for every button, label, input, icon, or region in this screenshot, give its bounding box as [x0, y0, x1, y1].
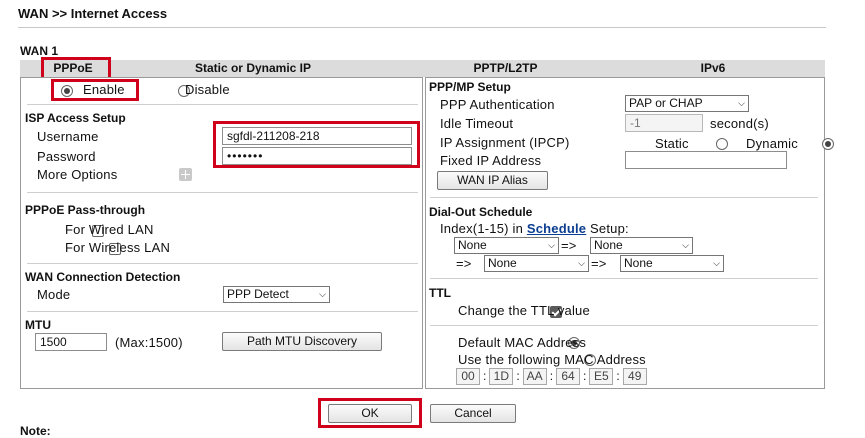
ok-button[interactable]: OK [328, 404, 412, 423]
divider [27, 104, 418, 105]
schedule-select-3[interactable]: None ⌵ [484, 255, 589, 272]
isp-setup-title: ISP Access Setup [25, 111, 126, 125]
mac-segment-1[interactable]: 00 [456, 368, 480, 385]
chevron-down-icon: ⌵ [319, 289, 326, 299]
mac-segment-3[interactable]: AA [522, 368, 547, 385]
idle-timeout-input[interactable]: -1 [625, 114, 703, 132]
mtu-title: MTU [25, 318, 51, 332]
schedule-select-3-value: None [488, 256, 517, 270]
chevron-down-icon: ⌵ [738, 98, 745, 108]
idle-timeout-unit: second(s) [710, 116, 769, 131]
mode-label: Mode [37, 287, 71, 302]
custom-mac-label: Use the following MAC Address [458, 352, 646, 367]
more-options-label: More Options [37, 167, 118, 182]
mac-segment-5[interactable]: E5 [589, 368, 614, 385]
mac-segment-6[interactable]: 49 [622, 368, 647, 385]
enable-radio[interactable] [61, 85, 73, 97]
wan-ip-alias-button[interactable]: WAN IP Alias [437, 171, 548, 190]
ppp-auth-value: PAP or CHAP [629, 96, 703, 110]
pppmp-title: PPP/MP Setup [429, 80, 511, 94]
password-input[interactable]: ••••••• [222, 147, 412, 165]
schedule-select-1-value: None [458, 238, 487, 252]
disable-label: Disable [185, 82, 230, 97]
chevron-down-icon: ⌵ [713, 258, 720, 268]
divider [27, 311, 418, 312]
default-mac-label: Default MAC Address [458, 335, 587, 350]
tab-bar: PPPoE Static or Dynamic IP PPTP/L2TP IPv… [20, 60, 825, 77]
breadcrumb: WAN >> Internet Access [18, 6, 168, 21]
dialout-index-prefix: Index(1-15) in [440, 221, 524, 236]
section-label: WAN 1 [20, 44, 59, 58]
mac-separator: : [549, 369, 554, 383]
ttl-title: TTL [429, 286, 451, 300]
schedule-select-1[interactable]: None ⌵ [454, 237, 559, 254]
fixed-ip-input[interactable] [625, 151, 787, 169]
divider [430, 278, 818, 279]
ppp-auth-select[interactable]: PAP or CHAP ⌵ [625, 95, 749, 112]
tab-pptp-l2tp[interactable]: PPTP/L2TP [398, 60, 613, 77]
arrow-label: => [591, 256, 607, 271]
expand-plus-icon[interactable] [178, 168, 192, 181]
password-label: Password [37, 149, 96, 164]
schedule-select-4[interactable]: None ⌵ [620, 255, 724, 272]
schedule-select-2-value: None [594, 238, 623, 252]
enable-label: Enable [83, 82, 125, 97]
tab-ipv6[interactable]: IPv6 [613, 60, 813, 77]
ppp-auth-label: PPP Authentication [440, 97, 555, 112]
divider [27, 263, 418, 264]
divider [430, 325, 818, 326]
note-label: Note: [20, 424, 51, 438]
mode-select-value: PPP Detect [227, 287, 289, 301]
schedule-link[interactable]: Schedule [527, 221, 586, 236]
ipcp-static-label: Static [655, 136, 689, 151]
header-divider [18, 27, 826, 28]
mtu-max-label: (Max:1500) [115, 335, 183, 350]
wireless-lan-label: For Wireless LAN [65, 240, 171, 255]
ttl-change-label: Change the TTL value [458, 303, 590, 318]
tab-static-dynamic-ip[interactable]: Static or Dynamic IP [108, 60, 398, 77]
mac-separator: : [616, 369, 620, 383]
mac-separator: : [483, 369, 487, 383]
mtu-input[interactable]: 1500 [35, 333, 107, 351]
mac-separator: : [583, 369, 587, 383]
schedule-select-4-value: None [624, 256, 653, 270]
dialout-index-text: Index(1-15) in Schedule Setup: [440, 221, 629, 236]
divider [27, 192, 418, 193]
passthrough-title: PPPoE Pass-through [25, 203, 146, 217]
chevron-down-icon: ⌵ [682, 240, 689, 250]
dialout-setup-suffix: Setup: [590, 221, 629, 236]
cancel-button[interactable]: Cancel [430, 404, 516, 423]
dialout-title: Dial-Out Schedule [429, 205, 533, 219]
wired-lan-label: For Wired LAN [65, 222, 154, 237]
username-label: Username [37, 129, 99, 144]
ipcp-dynamic-label: Dynamic [746, 136, 798, 151]
mac-separator: : [516, 369, 520, 383]
arrow-label: => [561, 238, 577, 253]
schedule-select-2[interactable]: None ⌵ [590, 237, 693, 254]
idle-timeout-label: Idle Timeout [440, 116, 514, 131]
divider [430, 197, 818, 198]
mac-segment-2[interactable]: 1D [489, 368, 514, 385]
ipcp-dynamic-radio[interactable] [821, 138, 834, 150]
path-mtu-discovery-button[interactable]: Path MTU Discovery [222, 332, 382, 351]
detection-title: WAN Connection Detection [25, 270, 181, 284]
chevron-down-icon: ⌵ [548, 240, 555, 250]
arrow-label: => [456, 256, 472, 271]
username-input[interactable]: sgfdl-211208-218 [222, 127, 412, 145]
mode-select[interactable]: PPP Detect ⌵ [223, 286, 330, 303]
chevron-down-icon: ⌵ [578, 258, 585, 268]
fixed-ip-label: Fixed IP Address [440, 153, 542, 168]
mac-segment-4[interactable]: 64 [556, 368, 581, 385]
ipcp-label: IP Assignment (IPCP) [440, 135, 570, 150]
mac-address-fields: 00 : 1D : AA : 64 : E5 : 49 [456, 368, 647, 385]
